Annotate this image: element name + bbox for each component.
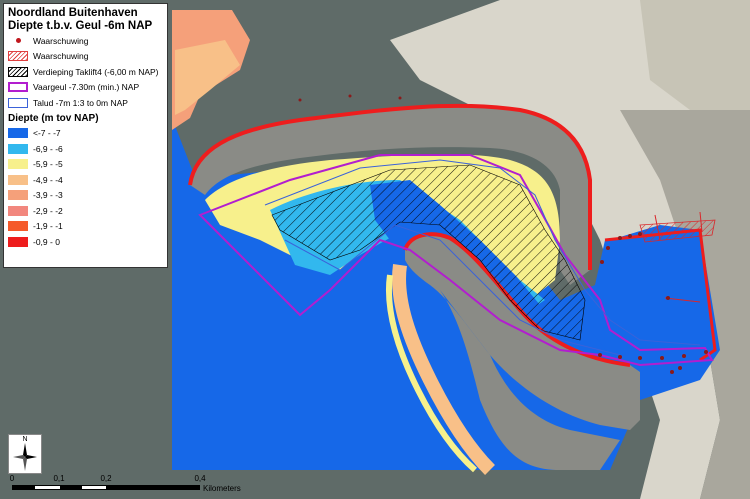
scale-tick: 0 bbox=[9, 474, 15, 483]
legend-depth-class: -2,9 - -2 bbox=[8, 203, 163, 219]
warning-dot-icon bbox=[8, 36, 28, 46]
scale-units: Kilometers bbox=[203, 484, 241, 493]
legend-depth-heading: Diepte (m tov NAP) bbox=[8, 113, 99, 124]
deepening-hatch-swatch bbox=[8, 66, 28, 77]
legend-layer-label: Waarschuwing bbox=[33, 35, 89, 46]
legend-depth-class: -4,9 - -4 bbox=[8, 172, 163, 188]
depth-class-label: -6,9 - -6 bbox=[33, 143, 63, 154]
depth-swatch bbox=[8, 221, 28, 232]
compass-icon bbox=[13, 443, 37, 471]
legend-layer-label: Vaargeul -7.30m (min.) NAP bbox=[33, 82, 140, 93]
legend-layer-deepening: Verdieping Taklift4 (-6,00 m NAP) bbox=[8, 64, 163, 80]
legend-layer-label: Verdieping Taklift4 (-6,00 m NAP) bbox=[33, 66, 159, 77]
scale-bar-graphic bbox=[12, 485, 200, 490]
depth-class-label: -1,9 - -1 bbox=[33, 221, 63, 232]
depth-class-label: -4,9 - -4 bbox=[33, 174, 63, 185]
legend-layer-label: Talud -7m 1:3 to 0m NAP bbox=[33, 97, 128, 108]
depth-swatch bbox=[8, 205, 28, 216]
legend-layer-warning-point: Waarschuwing bbox=[8, 33, 163, 49]
legend-layer-warning-area: Waarschuwing bbox=[8, 49, 163, 65]
north-arrow: N bbox=[8, 434, 42, 474]
legend-depth-class: -6,9 - -6 bbox=[8, 141, 163, 157]
legend-depth-class: -1,9 - -1 bbox=[8, 219, 163, 235]
legend-depth-class: -5,9 - -5 bbox=[8, 157, 163, 173]
legend-depth-class: -0,9 - 0 bbox=[8, 234, 163, 250]
map-legend: Noordland Buitenhaven Diepte t.b.v. Geul… bbox=[3, 3, 168, 268]
legend-layer-vaargeul: Vaargeul -7.30m (min.) NAP bbox=[8, 80, 163, 96]
depth-class-label: -3,9 - -3 bbox=[33, 190, 63, 201]
legend-title-line2: Diepte t.b.v. Geul -6m NAP bbox=[8, 20, 153, 32]
depth-class-label: -2,9 - -2 bbox=[33, 205, 63, 216]
legend-depth-class: -3,9 - -3 bbox=[8, 188, 163, 204]
talud-swatch bbox=[8, 97, 28, 108]
depth-class-label: -5,9 - -5 bbox=[33, 159, 63, 170]
legend-title-line1: Noordland Buitenhaven bbox=[8, 7, 138, 19]
depth-class-label: <-7 - -7 bbox=[33, 128, 61, 139]
warning-hatch-swatch bbox=[8, 51, 28, 62]
legend-layer-talud: Talud -7m 1:3 to 0m NAP bbox=[8, 95, 163, 111]
scale-tick: 0,2 bbox=[100, 474, 112, 483]
depth-swatch bbox=[8, 236, 28, 247]
depth-class-label: -0,9 - 0 bbox=[33, 236, 60, 247]
scale-tick: 0,1 bbox=[53, 474, 65, 483]
vaargeul-swatch bbox=[8, 82, 28, 93]
depth-swatch bbox=[8, 159, 28, 170]
legend-depth-class: <-7 - -7 bbox=[8, 126, 163, 142]
scale-bar: 0 0,1 0,2 0,4 Kilometers bbox=[0, 474, 260, 499]
depth-swatch bbox=[8, 143, 28, 154]
depth-swatch bbox=[8, 128, 28, 139]
depth-swatch bbox=[8, 174, 28, 185]
legend-layer-label: Waarschuwing bbox=[33, 51, 89, 62]
scale-tick: 0,4 bbox=[194, 474, 206, 483]
depth-swatch bbox=[8, 190, 28, 201]
